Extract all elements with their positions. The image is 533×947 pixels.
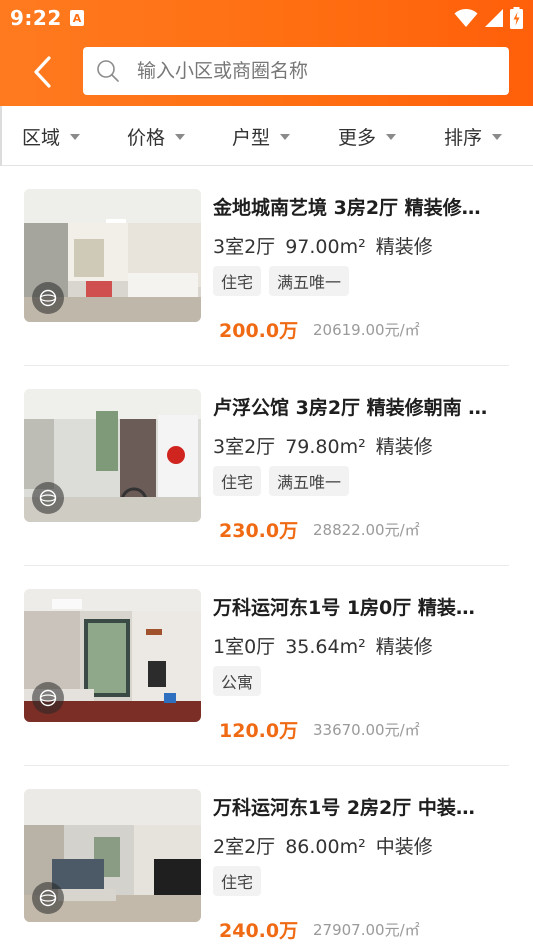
listing-tags: 住宅 满五唯一	[213, 466, 350, 496]
listing-decor: 中装修	[375, 836, 433, 858]
vr-tour-icon[interactable]	[32, 482, 64, 514]
listing-photo	[24, 189, 201, 322]
listing-rooms: 3室2厅	[213, 436, 276, 458]
caret-down-icon	[175, 134, 186, 140]
listing-area: 79.80m²	[285, 436, 366, 458]
listing-tag: 满五唯一	[269, 266, 350, 296]
listing-tags: 公寓	[213, 666, 262, 696]
vr-tour-icon[interactable]	[32, 282, 64, 314]
listing-decor: 精装修	[375, 236, 433, 258]
listing-tags: 住宅	[213, 866, 262, 896]
wifi-icon	[454, 9, 478, 27]
listing-photo	[24, 589, 201, 722]
listing-area: 35.64m²	[285, 636, 366, 658]
listing-item[interactable]: 金地城南艺境 3房2厅 精装修… 3室2厅 97.00m² 精装修 住宅 满五唯一 …	[0, 166, 533, 366]
listing-item[interactable]: 万科运河东1号 2房2厅 中装… 2室2厅 86.00m² 中装修 住宅 240.0…	[0, 766, 533, 947]
search-input[interactable]	[137, 60, 497, 82]
listing-specs: 1室0厅 35.64m² 精装修	[213, 632, 443, 659]
search-icon	[95, 58, 121, 84]
listing-title: 金地城南艺境 3房2厅 精装修…	[213, 197, 481, 219]
listing-tag: 满五唯一	[269, 466, 350, 496]
listing-decor: 精装修	[375, 636, 433, 658]
listing-tag: 住宅	[213, 466, 262, 496]
filter-area[interactable]: 区域	[22, 106, 81, 166]
listing-item[interactable]: 卢浮公馆 3房2厅 精装修朝南 … 3室2厅 79.80m² 精装修 住宅 满五唯一…	[0, 366, 533, 566]
filter-layout[interactable]: 户型	[232, 106, 291, 166]
listing-area: 86.00m²	[285, 836, 366, 858]
listing-tag: 公寓	[213, 666, 262, 696]
status-icons	[454, 7, 523, 29]
vr-tour-icon[interactable]	[32, 882, 64, 914]
listing-tag: 住宅	[213, 866, 262, 896]
back-button[interactable]	[22, 52, 62, 92]
caret-down-icon	[386, 134, 397, 140]
signal-icon	[485, 9, 503, 27]
app-header: 9:22 A	[0, 0, 533, 106]
listing-photo	[24, 389, 201, 522]
sim-card-icon: A	[70, 10, 84, 26]
battery-icon	[510, 7, 523, 29]
vr-tour-icon[interactable]	[32, 682, 64, 714]
listing-rooms: 3室2厅	[213, 236, 276, 258]
filter-more[interactable]: 更多	[338, 106, 397, 166]
filter-sort[interactable]: 排序	[444, 106, 503, 166]
filter-layout-label: 户型	[232, 126, 271, 149]
listing-rooms: 2室2厅	[213, 836, 276, 858]
filter-more-label: 更多	[338, 126, 377, 149]
listing-specs: 3室2厅 79.80m² 精装修	[213, 432, 443, 459]
listing-specs: 3室2厅 97.00m² 精装修	[213, 232, 443, 259]
listing-price: 200.0万	[219, 320, 299, 342]
filter-area-label: 区域	[22, 126, 61, 149]
status-bar: 9:22 A	[0, 0, 533, 36]
listing-title: 卢浮公馆 3房2厅 精装修朝南 …	[213, 397, 488, 419]
listing-unit-price: 33670.00元/㎡	[313, 721, 420, 739]
listing-area: 97.00m²	[285, 236, 366, 258]
caret-down-icon	[280, 134, 291, 140]
listing-tags: 住宅 满五唯一	[213, 266, 350, 296]
listing-unit-price: 27907.00元/㎡	[313, 921, 420, 939]
search-box[interactable]	[83, 47, 509, 95]
chevron-left-icon	[34, 56, 51, 88]
listing-item[interactable]: 万科运河东1号 1房0厅 精装… 1室0厅 35.64m² 精装修 公寓 120.0…	[0, 566, 533, 766]
filter-bar-edge	[0, 106, 2, 166]
listing-unit-price: 28822.00元/㎡	[313, 521, 420, 539]
listing-unit-price: 20619.00元/㎡	[313, 321, 420, 339]
listing-price: 120.0万	[219, 720, 299, 742]
caret-down-icon	[492, 134, 503, 140]
listing-price: 240.0万	[219, 920, 299, 942]
status-time: 9:22	[10, 6, 62, 30]
listing-specs: 2室2厅 86.00m² 中装修	[213, 832, 443, 859]
listing-decor: 精装修	[375, 436, 433, 458]
filter-price[interactable]: 价格	[127, 106, 186, 166]
listing-tag: 住宅	[213, 266, 262, 296]
filter-sort-label: 排序	[444, 126, 483, 149]
listing-title: 万科运河东1号 1房0厅 精装…	[213, 597, 475, 619]
filter-price-label: 价格	[127, 126, 166, 149]
listing-price: 230.0万	[219, 520, 299, 542]
listing-title: 万科运河东1号 2房2厅 中装…	[213, 797, 475, 819]
filter-bar: 区域 价格 户型 更多 排序	[0, 106, 533, 166]
caret-down-icon	[70, 134, 81, 140]
listing-rooms: 1室0厅	[213, 636, 276, 658]
listing-photo	[24, 789, 201, 922]
